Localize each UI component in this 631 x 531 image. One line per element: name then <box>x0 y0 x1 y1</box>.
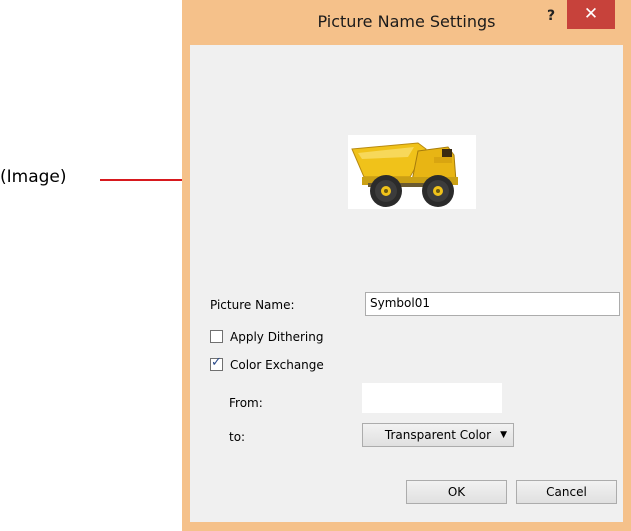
image-callout-label: (Image) <box>0 167 67 187</box>
apply-dithering-checkbox[interactable] <box>210 330 223 343</box>
dialog-title: Picture Name Settings <box>317 12 496 31</box>
title-bar[interactable]: Picture Name Settings ? ✕ <box>182 0 631 44</box>
picture-name-input[interactable]: Symbol01 <box>365 292 620 316</box>
to-color-select[interactable]: Transparent Color ▼ <box>362 423 514 447</box>
picture-name-label: Picture Name: <box>210 298 295 312</box>
cancel-button[interactable]: Cancel <box>516 480 617 504</box>
close-button[interactable]: ✕ <box>567 0 615 29</box>
apply-dithering-label[interactable]: Apply Dithering <box>230 330 323 344</box>
ok-button[interactable]: OK <box>406 480 507 504</box>
truck-wheel-front <box>422 175 454 207</box>
from-color-field[interactable] <box>362 383 502 413</box>
to-color-value: Transparent Color <box>384 428 492 442</box>
color-exchange-checkbox[interactable]: ✓ <box>210 355 223 371</box>
checkmark-icon: ✓ <box>211 355 222 370</box>
picture-name-settings-dialog: Picture Name Settings ? ✕ Picture Name: … <box>182 0 631 531</box>
color-exchange-label[interactable]: Color Exchange <box>230 358 324 372</box>
truck-wheel-rear <box>370 175 402 207</box>
from-label: From: <box>229 396 263 410</box>
to-label: to: <box>229 430 246 444</box>
dump-truck-icon <box>351 142 458 207</box>
chevron-down-icon: ▼ <box>500 430 507 440</box>
help-button[interactable]: ? <box>544 8 558 24</box>
dialog-client-area: Picture Name: Symbol01 Apply Dithering ✓… <box>190 45 623 522</box>
picture-preview <box>348 135 476 209</box>
